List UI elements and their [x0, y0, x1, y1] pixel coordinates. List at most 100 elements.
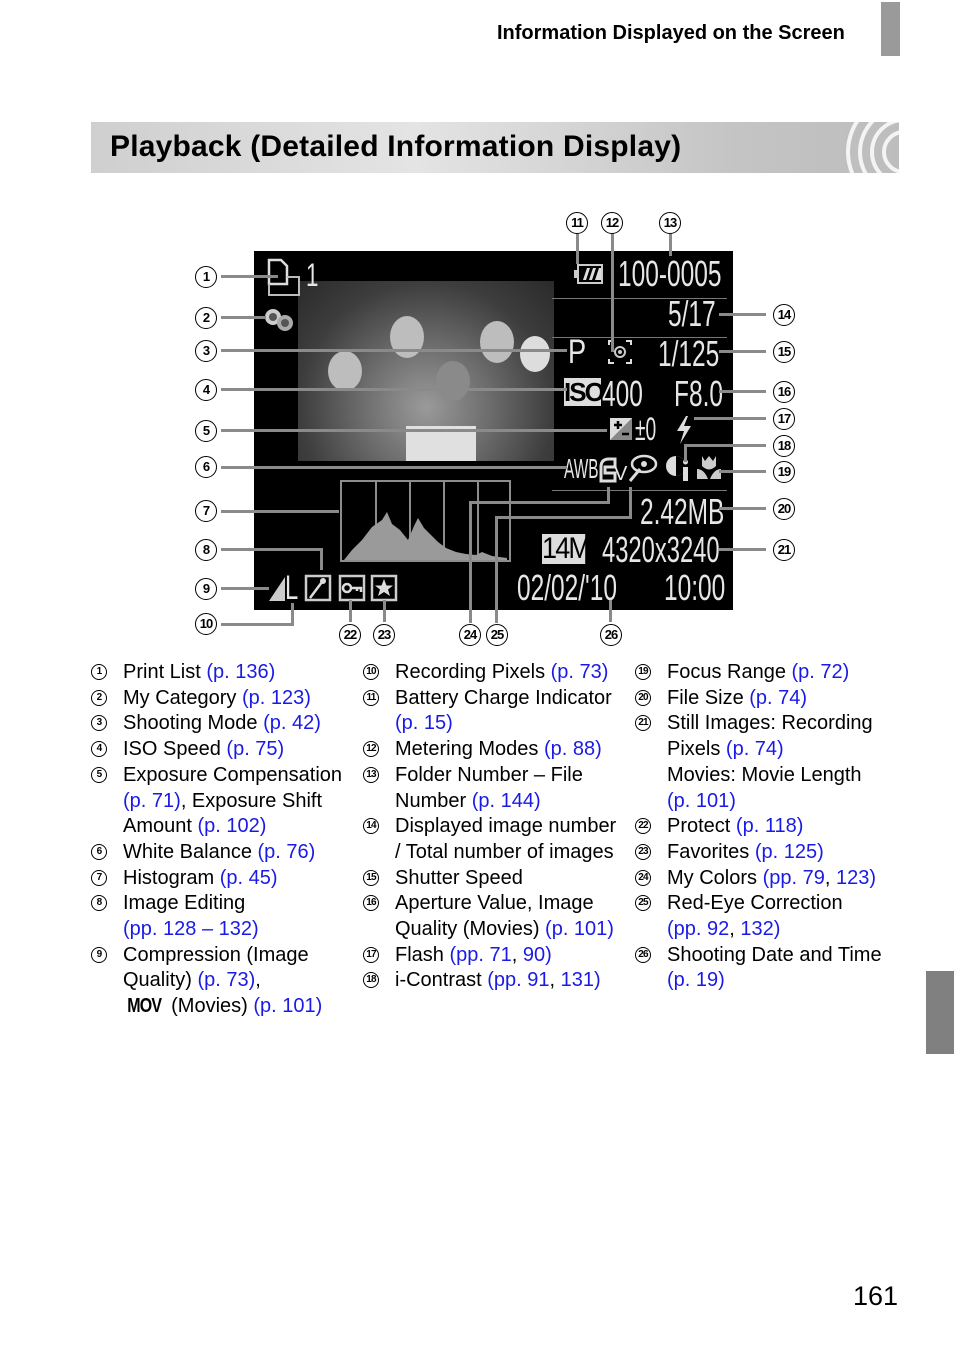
callout-26: 26 — [600, 624, 622, 646]
page-link[interactable]: (p. 136) — [206, 661, 275, 683]
legend-item: 3 Shooting Mode (p. 42) — [91, 711, 361, 737]
callout-2: 2 — [195, 307, 217, 329]
decorative-swirl-icon — [846, 122, 899, 173]
legend-number: 24 — [635, 869, 651, 886]
page-link[interactable]: 123) — [836, 867, 876, 889]
print-count: 1 — [306, 257, 319, 293]
callout-19: 19 — [773, 461, 795, 483]
legend-label: (Movies) — [165, 995, 254, 1018]
legend-label: Shutter Speed — [395, 866, 523, 889]
callout-8: 8 — [195, 539, 217, 561]
callout-1: 1 — [195, 266, 217, 288]
shooting-mode: P — [568, 333, 587, 371]
page-link[interactable]: (p. 73) — [551, 661, 609, 683]
legend-column-3: 19 Focus Range (p. 72) 20 File Size (p. 74)… — [635, 660, 925, 994]
page-link[interactable]: (p. 45) — [220, 867, 278, 889]
page-link[interactable]: (pp. 71 — [449, 944, 511, 966]
legend-item: 24 My Colors (pp. 79, 123) — [635, 866, 925, 892]
page-link[interactable]: (p. 101) — [253, 995, 322, 1017]
legend-item: 11 Battery Charge Indicator (p. 15) — [363, 686, 633, 737]
legend-item: 14 Displayed image number / Total number o… — [363, 814, 633, 865]
callout-14: 14 — [773, 304, 795, 326]
page-number: 161 — [853, 1281, 899, 1311]
legend-column-2: 10 Recording Pixels (p. 73) 11 Battery Char… — [363, 660, 633, 994]
legend-item: 6 White Balance (p. 76) — [91, 840, 361, 866]
page-link[interactable]: (p. 144) — [472, 790, 541, 812]
favorite-icon — [370, 574, 398, 602]
legend-label: Quality) — [123, 969, 198, 992]
page-link[interactable]: (p. 71) — [123, 790, 181, 812]
page-link[interactable]: (pp. 79 — [763, 867, 825, 889]
legend-separator: , — [729, 918, 741, 941]
legend-item: 7 Histogram (p. 45) — [91, 866, 361, 892]
sample-photo — [298, 281, 554, 461]
legend-number: 20 — [635, 689, 651, 706]
legend-item: 25 Red-Eye Correction (pp. 92, 132) — [635, 891, 925, 942]
legend-number: 25 — [635, 895, 651, 912]
shooting-time: 10:00 — [664, 567, 726, 608]
legend-number: 11 — [363, 689, 379, 706]
page-link[interactable]: (p. 102) — [197, 815, 266, 837]
aperture-value: F8.0 — [674, 373, 723, 414]
page-link[interactable]: (p. 101) — [545, 918, 614, 940]
legend-label: Amount — [123, 815, 198, 838]
page-link[interactable]: (p. 19) — [667, 969, 725, 991]
page-link[interactable]: (pp. 128 – 132) — [123, 918, 259, 940]
callout-3: 3 — [195, 340, 217, 362]
legend-label: ISO Speed — [123, 738, 227, 761]
legend-number: 21 — [635, 715, 651, 732]
page-link[interactable]: (p. 123) — [242, 687, 311, 709]
section-title: Playback (Detailed Information Display) — [110, 130, 682, 163]
page-link[interactable]: (p. 15) — [395, 712, 453, 734]
legend-label: Still Images: Recording — [667, 712, 873, 735]
protect-icon — [338, 574, 366, 602]
legend-item: 10 Recording Pixels (p. 73) — [363, 660, 633, 686]
legend-number: 19 — [635, 664, 651, 680]
legend-label: Histogram — [123, 866, 220, 889]
legend-item: 18 i-Contrast (pp. 91, 131) — [363, 968, 633, 994]
callout-13: 13 — [659, 212, 681, 234]
page-link[interactable]: (p. 72) — [792, 661, 850, 683]
callout-5: 5 — [195, 420, 217, 442]
legend-number: 7 — [91, 869, 107, 886]
page-link[interactable]: (p. 74) — [749, 687, 807, 709]
legend-item: 16 Aperture Value, Image Quality (Movies) … — [363, 891, 633, 942]
page-link[interactable]: (pp. 92 — [667, 918, 729, 940]
iso-icon: ISO — [564, 377, 605, 407]
legend-number: 14 — [363, 818, 379, 835]
battery-icon — [574, 264, 603, 284]
callout-6: 6 — [195, 456, 217, 478]
legend-number: 26 — [635, 946, 651, 963]
flash-icon — [677, 416, 691, 444]
page-link[interactable]: (pp. 91 — [487, 969, 549, 991]
page-link[interactable]: (p. 76) — [258, 841, 316, 863]
page-link[interactable]: (p. 75) — [226, 738, 284, 760]
legend-number: 4 — [91, 741, 107, 758]
legend-item: 15 Shutter Speed — [363, 866, 633, 892]
page-link[interactable]: 132) — [740, 918, 780, 940]
legend-label: Favorites — [667, 840, 755, 863]
page-link[interactable]: (p. 42) — [263, 712, 321, 734]
legend-item: 5 Exposure Compensation (p. 71), Exposure … — [91, 763, 361, 840]
legend-label: Quality (Movies) — [395, 918, 546, 941]
legend-label: Compression (Image — [123, 943, 309, 966]
page-link[interactable]: 131) — [561, 969, 601, 991]
page-link[interactable]: (p. 118) — [736, 815, 803, 837]
legend-item: 9 Compression (Image Quality) (p. 73), MOV … — [91, 943, 361, 1020]
macro-icon — [697, 456, 721, 479]
legend-number: 16 — [363, 895, 379, 912]
legend-label: Pixels — [667, 738, 726, 761]
page-link[interactable]: (p. 88) — [544, 738, 602, 760]
legend-number: 23 — [635, 843, 651, 860]
page-link[interactable]: (p. 73) — [197, 969, 255, 991]
legend-number: 2 — [91, 689, 107, 706]
legend-item: 20 File Size (p. 74) — [635, 686, 925, 712]
page-link[interactable]: (p. 125) — [755, 841, 824, 863]
callout-23: 23 — [373, 624, 395, 646]
legend-label: Recording Pixels — [395, 661, 551, 683]
page-link[interactable]: 90) — [523, 944, 552, 966]
page-link[interactable]: (p. 74) — [726, 738, 784, 760]
legend-label: White Balance — [123, 840, 258, 863]
page-link[interactable]: (p. 101) — [667, 790, 736, 812]
callout-10: 10 — [195, 613, 217, 635]
